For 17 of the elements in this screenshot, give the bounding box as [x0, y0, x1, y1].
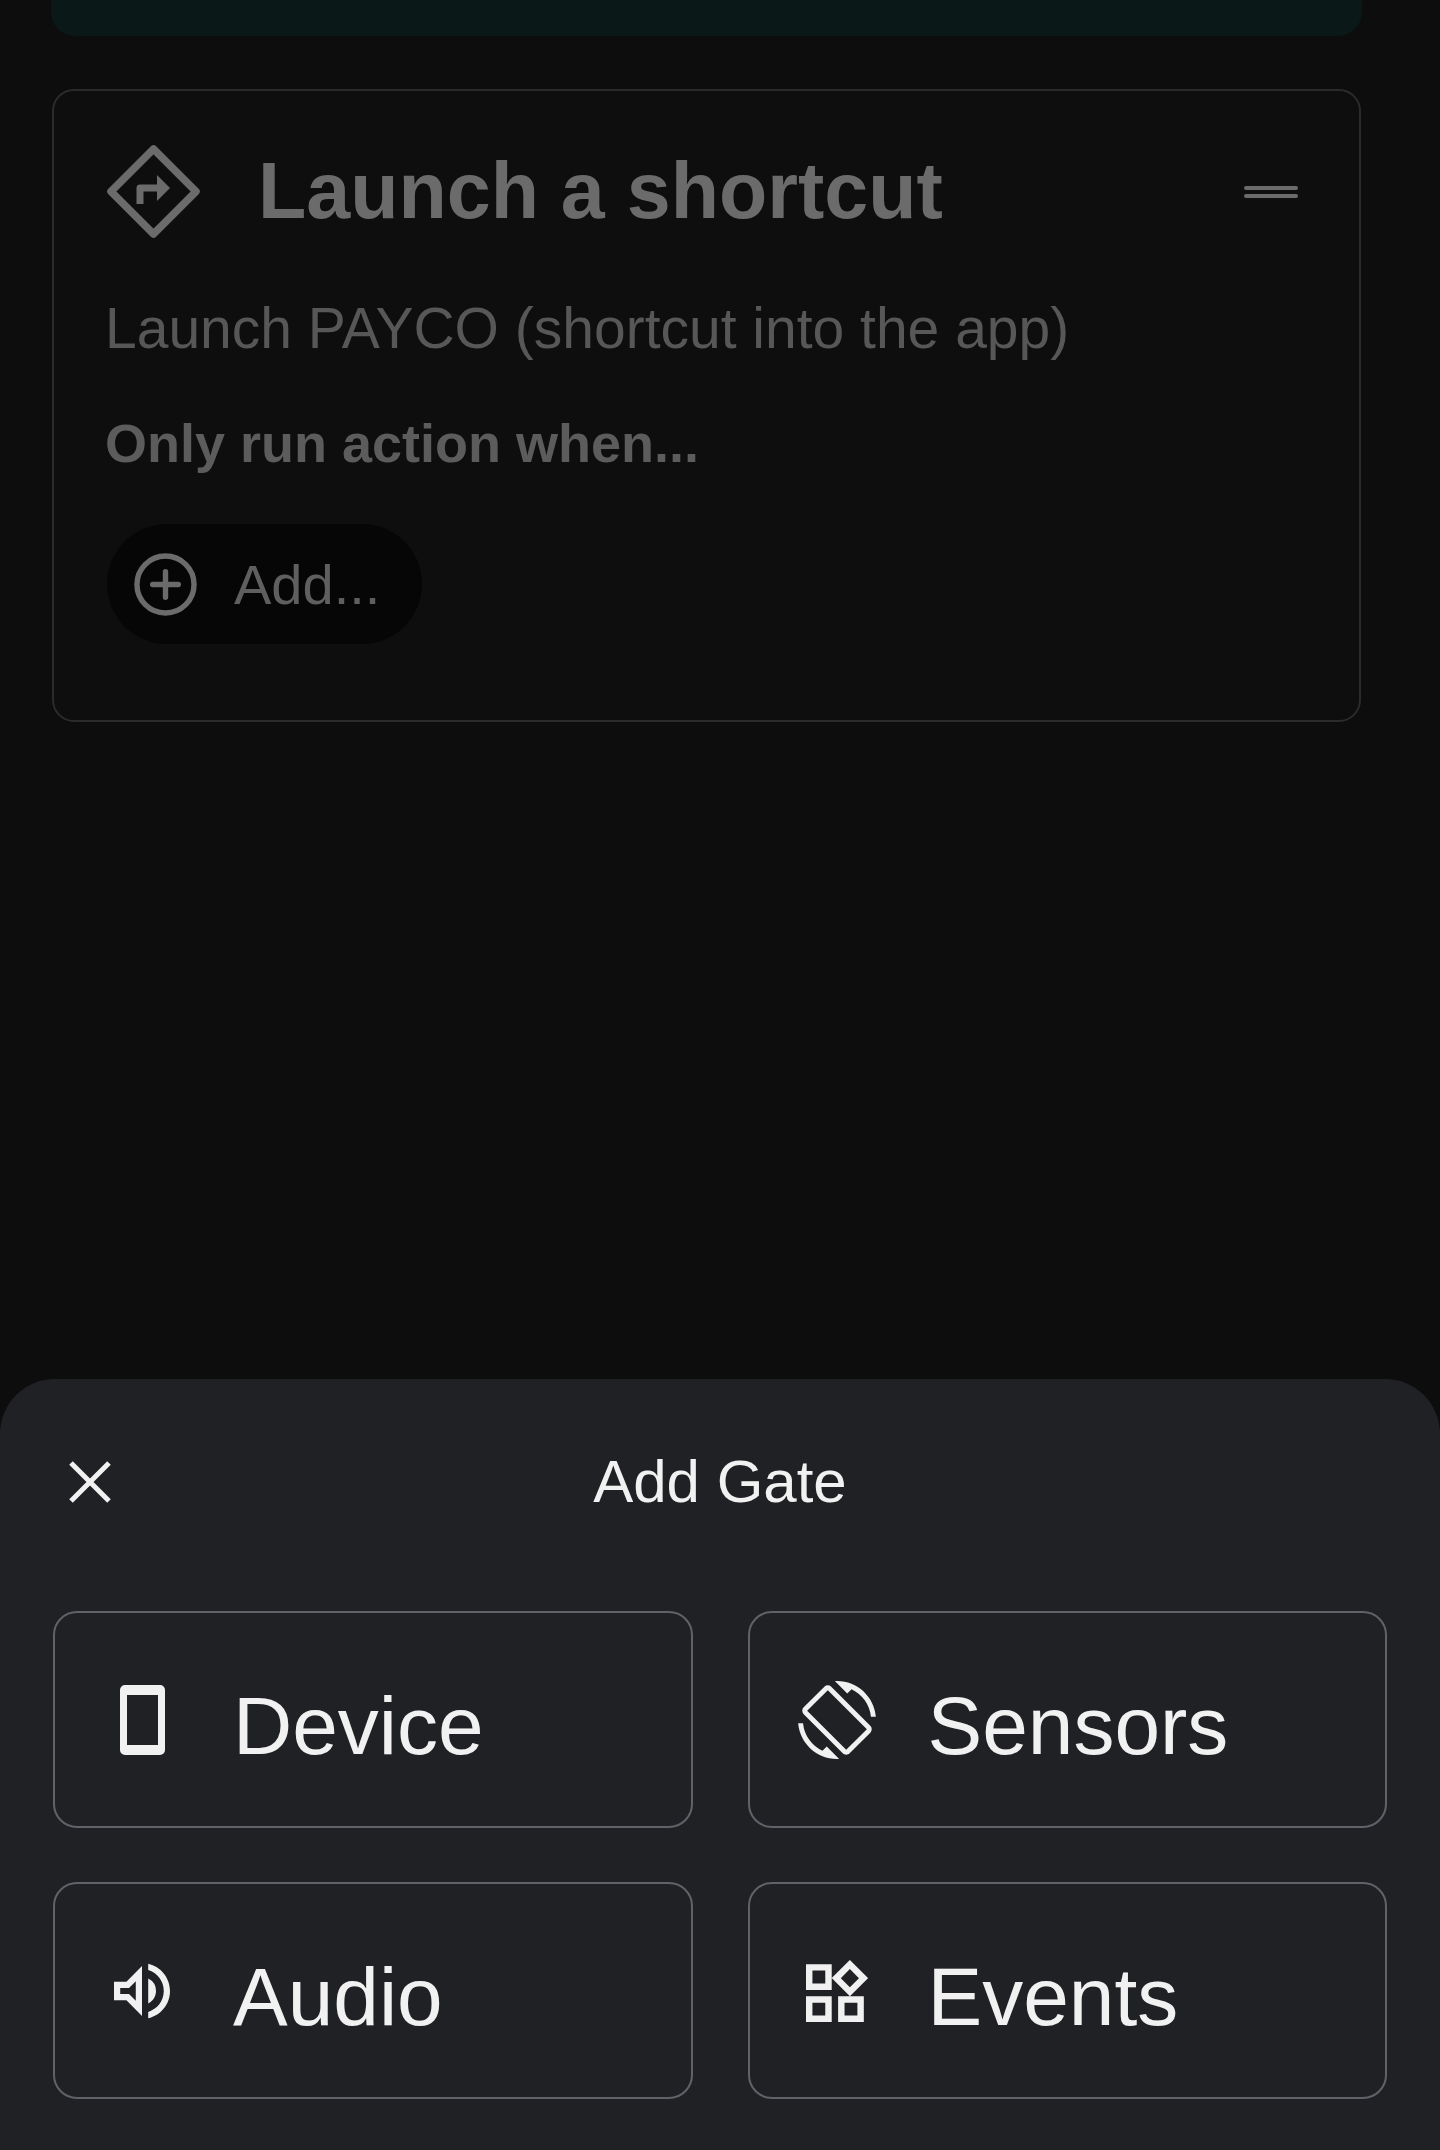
gate-option-button[interactable]: Events	[747, 1882, 1387, 2099]
close-button[interactable]	[68, 1459, 112, 1504]
close-icon	[68, 1459, 112, 1504]
phone-icon	[119, 1684, 165, 1755]
gate-option-button[interactable]: Device	[53, 1611, 693, 1828]
gate-option-button[interactable]: Audio	[53, 1882, 693, 2099]
drag-handle-icon[interactable]	[1244, 185, 1298, 198]
action-title: Launch a shortcut	[258, 148, 943, 235]
screen-rotation-icon	[797, 1680, 876, 1759]
gate-option-button[interactable]: Sensors	[747, 1611, 1387, 1828]
speaker-icon	[114, 1962, 170, 2019]
plus-circle-icon	[134, 552, 197, 616]
turn-right-sign-icon	[107, 145, 200, 238]
widgets-icon	[805, 1959, 868, 2022]
sheet-title: Add Gate	[593, 1447, 847, 1516]
action-description: Launch PAYCO (shortcut into the app)	[105, 295, 1070, 362]
condition-heading: Only run action when...	[105, 412, 700, 476]
